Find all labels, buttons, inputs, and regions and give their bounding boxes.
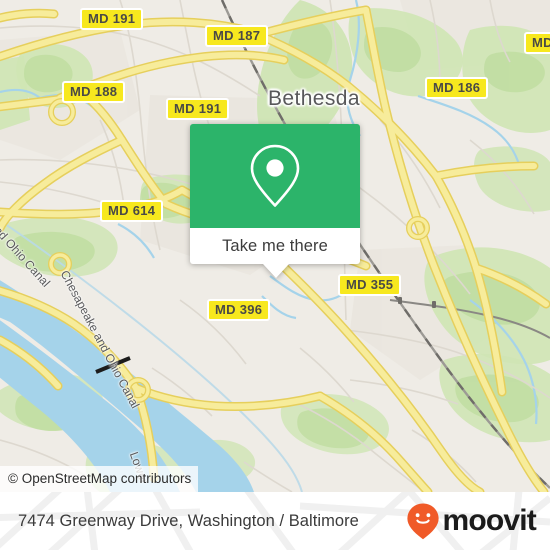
- map-canvas[interactable]: Bethesda MD 191 MD 187 MD 188 MD 191 MD …: [0, 0, 550, 492]
- take-me-there-label: Take me there: [222, 236, 328, 255]
- callout-icon-panel: [190, 124, 360, 228]
- map-pin-icon: [250, 144, 300, 207]
- openstreetmap-attribution[interactable]: © OpenStreetMap contributors: [0, 466, 199, 492]
- road-shield-md-edge[interactable]: MD: [524, 32, 550, 54]
- road-shield-md-191-north[interactable]: MD 191: [80, 8, 144, 30]
- callout-action-panel[interactable]: Take me there: [190, 228, 360, 264]
- footer-bar: 7474 Greenway Drive, Washington / Baltim…: [0, 492, 550, 550]
- city-label-bethesda: Bethesda: [268, 87, 360, 110]
- footer-content: 7474 Greenway Drive, Washington / Baltim…: [0, 492, 550, 550]
- road-shield-md-614[interactable]: MD 614: [100, 200, 164, 222]
- moovit-wordmark: moovit: [442, 504, 536, 537]
- callout-pointer-tail: [263, 264, 289, 278]
- road-shield-md-191-south[interactable]: MD 191: [166, 98, 230, 120]
- address-label: 7474 Greenway Drive, Washington / Baltim…: [18, 511, 359, 530]
- take-me-there-callout[interactable]: Take me there: [190, 124, 360, 278]
- road-shield-md-396[interactable]: MD 396: [207, 299, 271, 321]
- road-shield-md-187[interactable]: MD 187: [205, 25, 269, 47]
- road-shield-md-188[interactable]: MD 188: [62, 81, 126, 103]
- moovit-pin-smiley-icon: [407, 503, 440, 540]
- moovit-logo[interactable]: moovit: [405, 502, 537, 540]
- road-shield-md-355[interactable]: MD 355: [338, 274, 402, 296]
- moovit-map-screenshot: Bethesda MD 191 MD 187 MD 188 MD 191 MD …: [0, 0, 550, 550]
- road-shield-md-186[interactable]: MD 186: [425, 77, 489, 99]
